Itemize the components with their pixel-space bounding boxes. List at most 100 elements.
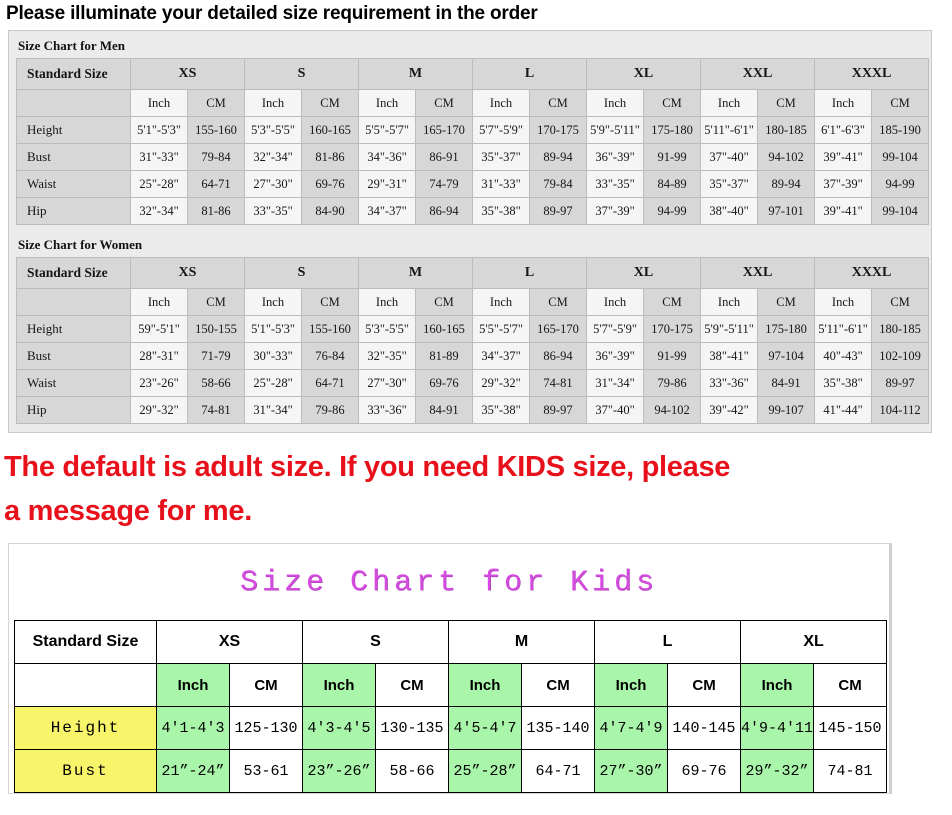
men-height-m-inch: 5'5"-5'7" (358, 116, 417, 144)
kids-bust-l-inch: 27”-30” (594, 749, 669, 794)
table-row: Height 59"-5'1" 150-155 5'1"-5'3" 155-16… (16, 315, 930, 343)
women-waist-l-inch: 29"-32" (472, 369, 531, 397)
table-row: Height 5'1"-5'3" 155-160 5'3"-5'5" 160-1… (16, 116, 930, 144)
women-height-m-inch: 5'3"-5'5" (358, 315, 417, 343)
men-hip-xs-cm: 81-86 (187, 197, 245, 225)
kids-unit-cm-s: CM (374, 663, 450, 708)
men-bust-xxxl-inch: 39"-41" (814, 143, 873, 171)
women-unit-inch-xxxl: Inch (814, 288, 873, 316)
women-waist-s-cm: 64-71 (300, 369, 360, 397)
women-size-table: Standard Size XS S M L XL XXL XXXL Inch … (16, 257, 930, 424)
women-waist-xxxl-cm: 89-97 (871, 369, 930, 397)
kids-bust-xl-cm: 74-81 (813, 749, 888, 794)
men-row-label-height: Height (16, 116, 131, 144)
men-bust-xl-inch: 36"-39" (586, 143, 645, 171)
kids-height-l-inch: 4'7-4'9 (594, 706, 669, 751)
men-size-table: Standard Size XS S M L XL XXL XXXL Inch … (16, 58, 930, 225)
men-height-xs-inch: 5'1"-5'3" (130, 116, 188, 144)
men-hip-s-inch: 33"-35" (244, 197, 302, 225)
women-size-col-xs: XS (130, 257, 245, 289)
men-hip-xl-cm: 94-99 (643, 197, 702, 225)
men-size-col-s: S (243, 58, 360, 90)
women-bust-xs-inch: 28"-31" (130, 342, 188, 370)
kids-unit-inch-m: Inch (448, 663, 523, 708)
kids-unit-row-blank (14, 663, 157, 708)
women-waist-xxl-cm: 84-91 (757, 369, 816, 397)
women-row-label-height: Height (16, 315, 131, 343)
women-bust-l-inch: 34"-37" (472, 342, 531, 370)
women-waist-xl-inch: 31"-34" (586, 369, 645, 397)
women-waist-m-inch: 27"-30" (358, 369, 417, 397)
women-bust-m-cm: 81-89 (415, 342, 474, 370)
women-height-xxl-cm: 175-180 (757, 315, 816, 343)
women-bust-xl-cm: 91-99 (643, 342, 702, 370)
men-waist-xxxl-cm: 94-99 (871, 170, 930, 198)
men-unit-inch-xxxl: Inch (814, 89, 873, 117)
men-waist-s-cm: 69-76 (300, 170, 360, 198)
women-hip-xl-inch: 37"-40" (586, 396, 645, 424)
women-height-l-cm: 165-170 (529, 315, 588, 343)
kids-height-s-cm: 130-135 (374, 706, 450, 751)
men-bust-m-inch: 34"-36" (358, 143, 417, 171)
men-size-col-xs: XS (130, 58, 245, 90)
women-bust-xxl-inch: 38"-41" (700, 342, 759, 370)
women-hip-xxxl-inch: 41"-44" (814, 396, 873, 424)
women-bust-l-cm: 86-94 (529, 342, 588, 370)
kids-unit-cm-m: CM (521, 663, 596, 708)
kids-size-table: Standard Size XS S M L XL Inch CM Inch C… (14, 620, 888, 794)
kids-row-label-height: Height (14, 706, 157, 751)
kids-unit-cm-l: CM (667, 663, 742, 708)
men-hip-l-inch: 35"-38" (472, 197, 531, 225)
kids-height-xl-cm: 145-150 (813, 706, 888, 751)
men-height-xxl-cm: 180-185 (757, 116, 816, 144)
kids-bust-xs-inch: 21”-24” (156, 749, 230, 794)
women-waist-xl-cm: 79-86 (643, 369, 702, 397)
women-height-xxl-inch: 5'9"-5'11" (700, 315, 759, 343)
women-waist-xs-inch: 23"-26" (130, 369, 188, 397)
kids-chart-title: Size Chart for Kids (239, 566, 659, 601)
table-row: Bust 21”-24” 53-61 23”-26” 58-66 25”-28”… (14, 749, 888, 794)
men-bust-l-inch: 35"-37" (472, 143, 531, 171)
men-waist-l-cm: 79-84 (529, 170, 588, 198)
women-hip-xxl-inch: 39"-42" (700, 396, 759, 424)
men-bust-l-cm: 89-94 (529, 143, 588, 171)
women-height-l-inch: 5'5"-5'7" (472, 315, 531, 343)
kids-row-label-bust: Bust (14, 749, 157, 794)
kids-unit-inch-s: Inch (302, 663, 376, 708)
kids-size-chart-panel: Size Chart for Kids Standard Size XS S M… (8, 543, 892, 795)
kids-height-m-inch: 4'5-4'7 (448, 706, 523, 751)
kids-size-col-xl: XL (740, 620, 888, 665)
kids-size-col-m: M (448, 620, 596, 665)
kids-unit-inch-xs: Inch (156, 663, 230, 708)
men-row-label-bust: Bust (16, 143, 131, 171)
women-bust-xs-cm: 71-79 (187, 342, 245, 370)
women-height-m-cm: 160-165 (415, 315, 474, 343)
men-size-col-xl: XL (586, 58, 702, 90)
men-unit-inch-l: Inch (472, 89, 531, 117)
kids-height-m-cm: 135-140 (521, 706, 596, 751)
women-hip-xxl-cm: 99-107 (757, 396, 816, 424)
women-height-xxxl-cm: 180-185 (871, 315, 930, 343)
women-hip-m-cm: 84-91 (415, 396, 474, 424)
men-size-col-xxxl: XXXL (814, 58, 930, 90)
men-height-xxxl-inch: 6'1"-6'3" (814, 116, 873, 144)
kids-bust-s-inch: 23”-26” (302, 749, 376, 794)
table-row: Height 4'1-4'3 125-130 4'3-4'5 130-135 4… (14, 706, 888, 751)
men-hip-xs-inch: 32"-34" (130, 197, 188, 225)
women-hip-xl-cm: 94-102 (643, 396, 702, 424)
kids-unit-inch-l: Inch (594, 663, 669, 708)
women-bust-xxl-cm: 97-104 (757, 342, 816, 370)
kids-size-notice-line-2: a message for me. (4, 495, 252, 528)
men-unit-inch-xl: Inch (586, 89, 645, 117)
page-title: Please illuminate your detailed size req… (6, 3, 538, 24)
men-waist-xl-inch: 33"-35" (586, 170, 645, 198)
men-height-xxl-inch: 5'11"-6'1" (700, 116, 759, 144)
kids-height-s-inch: 4'3-4'5 (302, 706, 376, 751)
kids-unit-header-row: Inch CM Inch CM Inch CM Inch CM Inch CM (14, 663, 888, 708)
kids-height-xs-cm: 125-130 (229, 706, 303, 751)
men-height-xxxl-cm: 185-190 (871, 116, 930, 144)
women-hip-s-inch: 31"-34" (244, 396, 302, 424)
women-size-header-row: Standard Size XS S M L XL XXL XXXL (16, 257, 930, 289)
men-row-label-hip: Hip (16, 197, 131, 225)
women-height-s-cm: 155-160 (300, 315, 360, 343)
